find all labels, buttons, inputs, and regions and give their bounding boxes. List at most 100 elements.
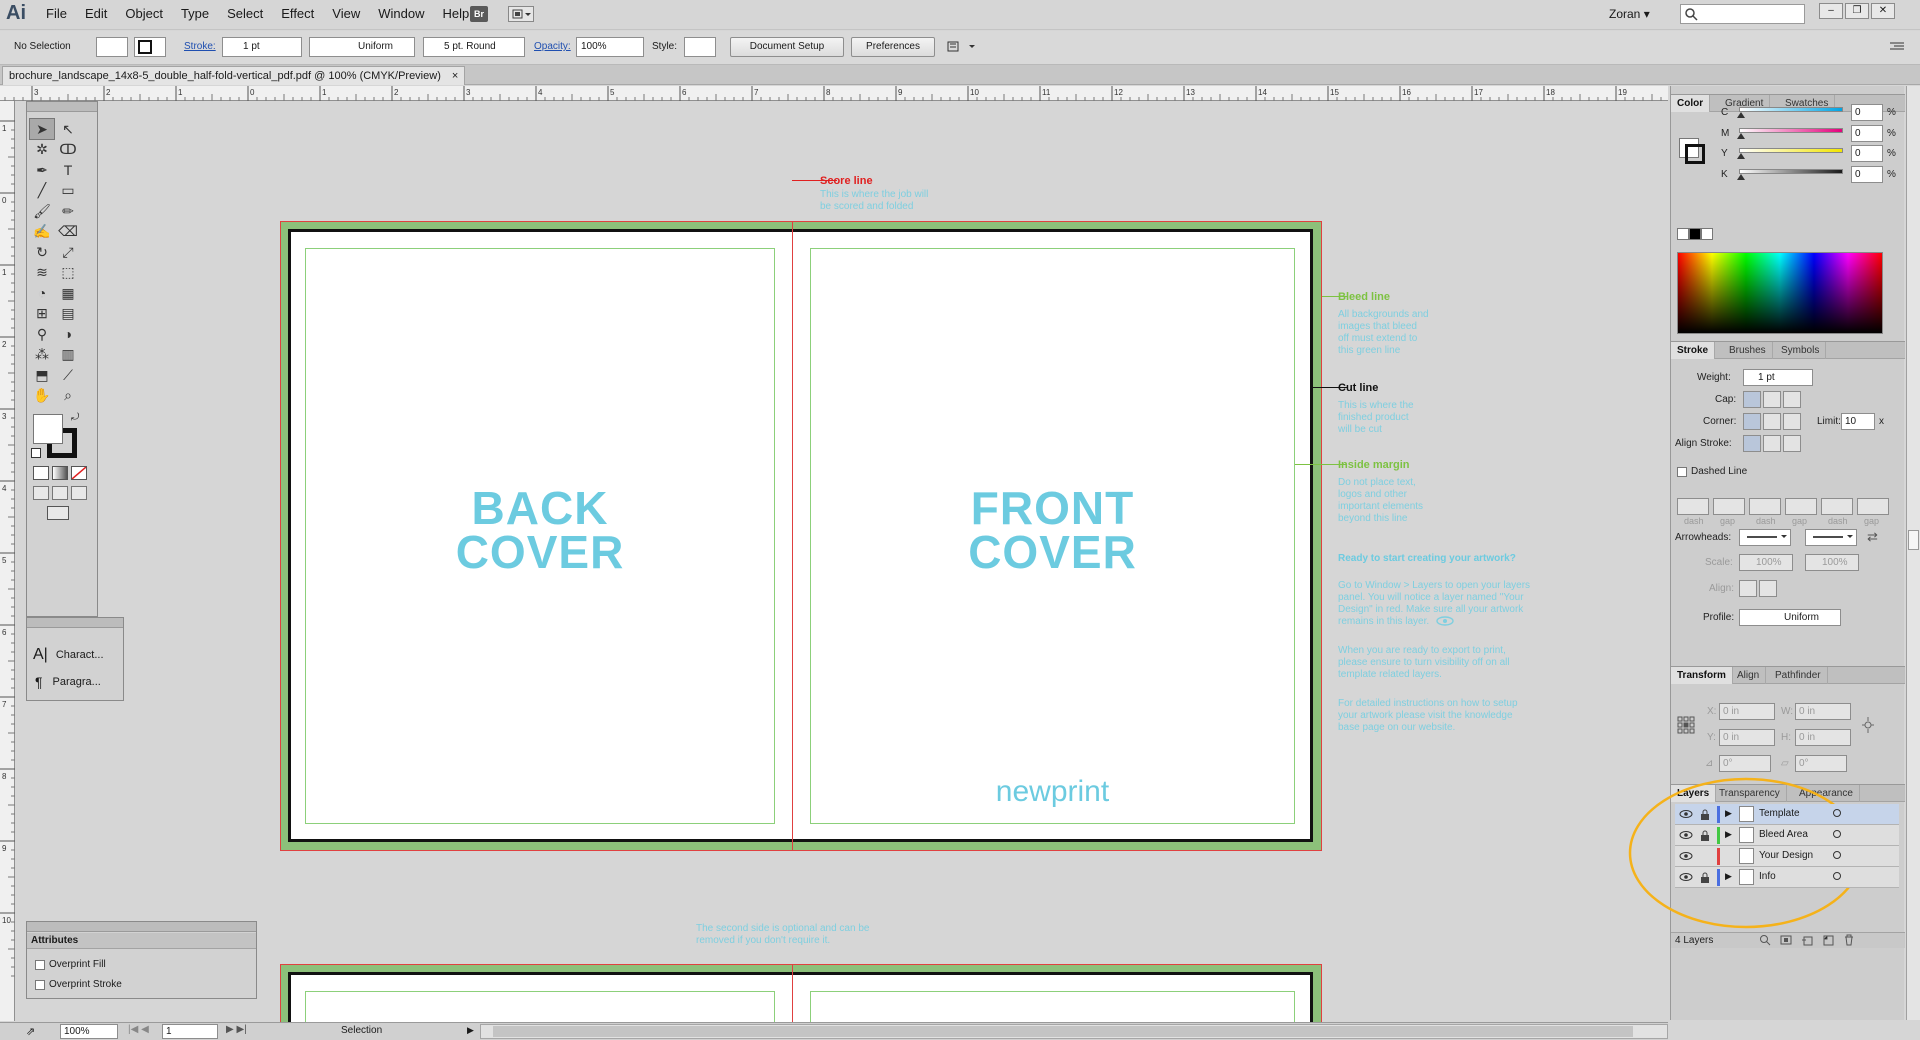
close-tab-icon[interactable]: × xyxy=(452,70,458,82)
slider-thumb[interactable] xyxy=(1737,132,1745,139)
arrange-options-icon[interactable] xyxy=(947,40,979,54)
preferences-button[interactable]: Preferences xyxy=(851,37,935,57)
zoom-tool-icon[interactable]: ⌕ xyxy=(55,385,81,407)
selection-tool-icon[interactable]: ➤ xyxy=(29,118,55,140)
arrow-tip-extend-button[interactable] xyxy=(1739,580,1757,597)
dashed-line-checkbox[interactable] xyxy=(1677,466,1687,477)
minimize-button[interactable]: – xyxy=(1819,3,1843,19)
vertical-scrollbar[interactable] xyxy=(1906,86,1920,1020)
direct-selection-tool-icon[interactable]: ↖ xyxy=(55,118,81,140)
zoom-field[interactable]: 100% xyxy=(60,1024,118,1039)
slider-thumb[interactable] xyxy=(1737,173,1745,180)
menu-object[interactable]: Object xyxy=(125,6,173,21)
free-transform-tool-icon[interactable]: ⬚ xyxy=(55,262,81,284)
gap-field[interactable] xyxy=(1785,498,1817,515)
color-spectrum[interactable] xyxy=(1677,252,1883,334)
channel-value-field[interactable]: 0 xyxy=(1851,104,1883,121)
close-button[interactable]: ✕ xyxy=(1871,3,1895,19)
character-panel-button[interactable]: A| Charact... xyxy=(33,646,104,664)
brush-definition-dropdown[interactable]: 5 pt. Round xyxy=(423,37,525,57)
tools-panel-header[interactable] xyxy=(27,102,97,112)
magic-wand-tool-icon[interactable]: ✲ xyxy=(29,139,55,161)
hand-tool-icon[interactable]: ✋ xyxy=(29,385,55,407)
reference-point-icon[interactable] xyxy=(1677,716,1695,734)
attributes-panel-header[interactable] xyxy=(27,922,256,932)
blend-tool-icon[interactable]: ◑ xyxy=(55,323,81,345)
dashed-line-option[interactable]: Dashed Line xyxy=(1677,466,1747,477)
fill-swatch-dropdown[interactable] xyxy=(96,37,128,57)
menu-type[interactable]: Type xyxy=(181,6,219,21)
horizontal-scroll-thumb[interactable] xyxy=(493,1026,1633,1037)
h-field[interactable]: 0 in xyxy=(1795,729,1851,746)
locate-object-icon[interactable] xyxy=(1759,934,1771,946)
miter-limit-field[interactable]: 10 xyxy=(1841,413,1875,430)
screen-mode-icon[interactable] xyxy=(47,506,69,520)
stroke-weight-input[interactable]: 1 pt xyxy=(222,37,302,57)
visibility-eye-icon[interactable] xyxy=(1679,872,1693,882)
y-field[interactable]: 0 in xyxy=(1719,729,1775,746)
layer-row[interactable]: ▶ Template xyxy=(1675,804,1899,825)
end-arrowhead-dropdown[interactable] xyxy=(1805,529,1857,546)
target-circle-icon[interactable] xyxy=(1833,809,1841,817)
horizontal-ruler[interactable]: 43210123456789101112131415161718192021 xyxy=(0,86,1668,101)
artboard-tool-icon[interactable]: ⬒ xyxy=(29,364,55,386)
gap-field[interactable] xyxy=(1857,498,1889,515)
channel-slider[interactable] xyxy=(1739,148,1843,153)
none-mode-icon[interactable] xyxy=(71,466,87,480)
channel-value-field[interactable]: 0 xyxy=(1851,165,1883,183)
make-clipping-mask-icon[interactable] xyxy=(1780,934,1792,946)
constrain-proportions-icon[interactable] xyxy=(1861,716,1875,734)
layer-name[interactable]: Info xyxy=(1759,871,1776,882)
unlocked-slot[interactable] xyxy=(1699,850,1713,863)
menu-effect[interactable]: Effect xyxy=(281,6,324,21)
draw-behind-icon[interactable] xyxy=(52,486,68,500)
layer-name[interactable]: Your Design xyxy=(1759,850,1813,861)
paragraph-panel-button[interactable]: ¶ Paragra... xyxy=(35,674,101,690)
variable-width-profile-dropdown[interactable]: Uniform xyxy=(309,37,415,57)
shape-builder-tool-icon[interactable]: ◔ xyxy=(29,282,55,304)
document-setup-button[interactable]: Document Setup xyxy=(730,37,844,57)
artboard-number-field[interactable]: 1 xyxy=(162,1024,218,1039)
stroke-swatch-dropdown[interactable] xyxy=(134,37,166,57)
tab-symbols[interactable]: Symbols xyxy=(1775,342,1827,359)
new-sublayer-icon[interactable] xyxy=(1801,934,1813,946)
layer-row[interactable]: Your Design xyxy=(1675,846,1899,867)
pencil-tool-icon[interactable]: ✏ xyxy=(55,200,81,222)
scroll-thumb[interactable] xyxy=(1908,530,1919,550)
tab-align[interactable]: Align xyxy=(1731,667,1767,684)
menu-file[interactable]: File xyxy=(46,6,77,21)
tab-color[interactable]: Color xyxy=(1671,95,1711,112)
status-menu-arrow[interactable]: ▶ xyxy=(467,1025,474,1036)
slider-thumb[interactable] xyxy=(1737,112,1745,118)
channel-slider[interactable] xyxy=(1739,107,1843,112)
slice-tool-icon[interactable]: ⟋ xyxy=(55,364,81,386)
target-circle-icon[interactable] xyxy=(1833,872,1841,880)
butt-cap-button[interactable] xyxy=(1743,391,1761,408)
align-inside-button[interactable] xyxy=(1763,435,1781,452)
type-tool-icon[interactable]: T xyxy=(55,159,81,181)
eraser-tool-icon[interactable]: ⌫ xyxy=(55,221,81,243)
overprint-stroke-checkbox[interactable] xyxy=(35,979,45,990)
type-panel-header[interactable] xyxy=(27,618,123,628)
fill-color-box[interactable] xyxy=(33,414,63,444)
tab-transform[interactable]: Transform xyxy=(1671,667,1733,684)
layer-name[interactable]: Bleed Area xyxy=(1759,829,1808,840)
rectangle-tool-icon[interactable]: ▭ xyxy=(55,180,81,202)
gap-field[interactable] xyxy=(1713,498,1745,515)
stroke-weight-field[interactable]: 1 pt xyxy=(1743,369,1813,386)
projecting-cap-button[interactable] xyxy=(1783,391,1801,408)
expand-triangle-icon[interactable]: ▶ xyxy=(1725,808,1732,819)
lock-icon[interactable] xyxy=(1699,871,1713,884)
arrow-end-scale[interactable]: 100% xyxy=(1805,554,1859,571)
eyedropper-tool-icon[interactable]: ⚲ xyxy=(29,323,55,345)
dash-field[interactable] xyxy=(1677,498,1709,515)
draw-normal-icon[interactable] xyxy=(33,486,49,500)
arrange-documents-button[interactable] xyxy=(508,6,534,22)
x-field[interactable]: 0 in xyxy=(1719,703,1775,720)
stroke-profile-dropdown[interactable]: Uniform xyxy=(1739,609,1841,626)
dash-field[interactable] xyxy=(1749,498,1781,515)
draw-inside-icon[interactable] xyxy=(71,486,87,500)
visibility-eye-icon[interactable] xyxy=(1679,851,1693,861)
perspective-grid-tool-icon[interactable]: ▦ xyxy=(55,282,81,304)
next-artboard-button[interactable]: ▶ ▶| xyxy=(226,1024,247,1035)
